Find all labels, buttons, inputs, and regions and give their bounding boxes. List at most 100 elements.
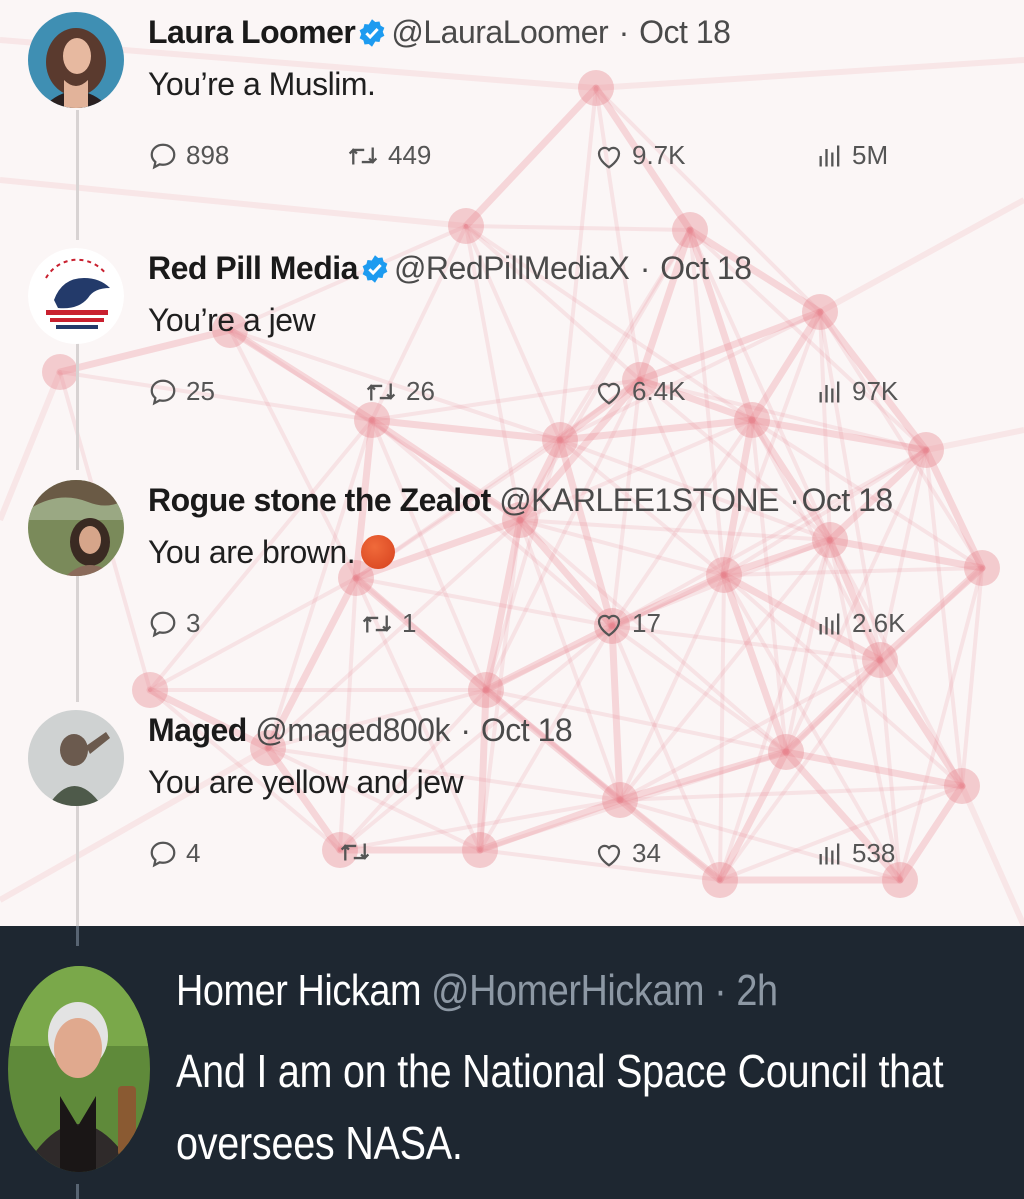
user-handle[interactable]: @HomerHickam [431,966,704,1015]
reply-header: Homer Hickam @HomerHickam · 2h [176,966,778,1016]
reply-bubble-icon [150,611,176,637]
post-date[interactable]: Oct 18 [801,482,893,518]
user-handle[interactable]: @RedPillMediaX [394,250,630,286]
reply-button[interactable]: 4 [148,838,200,869]
view-count: 2.6K [852,608,906,638]
reply-count: 4 [186,838,201,868]
avatar[interactable] [8,966,150,1172]
tweet-text: You’re a Muslim. [148,66,376,102]
woman-portrait-avatar-icon [28,12,124,108]
display-name[interactable]: Homer Hickam [176,966,421,1015]
red-circle-emoji-icon [361,535,396,569]
avatar[interactable] [28,710,124,806]
woman-outdoors-avatar-icon [28,480,124,576]
like-count: 17 [632,608,661,638]
heart-icon [597,146,621,169]
like-button[interactable]: 17 [594,608,661,639]
post-date[interactable]: Oct 18 [639,14,731,50]
tweet-text: You are yellow and jew [148,764,464,800]
tweet-text: You are brown. [148,534,356,570]
avatar[interactable] [28,12,124,108]
reply-text-line-2: oversees NASA. [176,1117,463,1169]
tweet-header: Maged @maged800k · Oct 18 [148,712,573,749]
quoted-thread-screenshot: Laura Loomer @LauraLoomer · Oct 18 You’re… [0,0,1024,926]
user-handle[interactable]: @LauraLoomer [391,14,608,50]
tweet-header: Laura Loomer @LauraLoomer · Oct 18 [148,14,731,51]
tweet-maged[interactable]: Maged @maged800k · Oct 18 You are yellow… [0,698,1024,926]
views-button[interactable]: 5M [816,140,888,171]
reply-bubble-icon [150,841,176,867]
reply-tweet-homer-hickam[interactable]: Homer Hickam @HomerHickam · 2h And I am … [0,926,1024,1199]
views-bars-icon [819,145,840,166]
reply-text-line-1: And I am on the National Space Council t… [176,1045,944,1097]
views-bars-icon [819,381,840,402]
reply-count: 898 [186,140,230,170]
reply-button[interactable]: 898 [148,140,229,171]
tweet-laura-loomer[interactable]: Laura Loomer @LauraLoomer · Oct 18 You’re… [0,0,1024,230]
post-date[interactable]: Oct 18 [481,712,573,748]
reply-button[interactable]: 3 [148,608,200,639]
action-bar: 898 449 9.7K 5M [148,140,948,184]
repost-count: 449 [388,140,432,170]
tweet-red-pill-media[interactable]: Red Pill Media @RedPillMediaX · Oct 18 Yo… [0,236,1024,466]
views-bars-icon [819,613,840,634]
avatar[interactable] [28,248,124,344]
dot-separator: · [789,482,800,518]
view-count: 5M [852,140,889,170]
tweet-rogue-stone[interactable]: Rogue stone the Zealot @KARLEE1STONE ·Oc… [0,468,1024,698]
repost-count: 26 [406,376,435,406]
avatar[interactable] [28,480,124,576]
display-name[interactable]: Laura Loomer [148,14,356,50]
like-count: 6.4K [632,376,686,406]
white-haired-man-avatar-icon [8,966,150,1172]
repost-arrows-icon [366,383,396,400]
views-bars-icon [819,843,840,864]
repost-button[interactable] [338,838,380,866]
display-name[interactable]: Maged [148,712,247,748]
post-date[interactable]: Oct 18 [660,250,752,286]
reply-count: 3 [186,608,201,638]
like-button[interactable]: 6.4K [594,376,686,407]
tweet-text-row: You are brown. [148,534,396,571]
like-button[interactable]: 34 [594,838,661,869]
action-bar: 4 34 538 [148,838,948,882]
tweet-header: Red Pill Media @RedPillMediaX · Oct 18 [148,250,752,287]
thread-connector [76,926,79,946]
user-handle[interactable]: @maged800k [255,712,450,748]
like-count: 9.7K [632,140,686,170]
reply-button[interactable]: 25 [148,376,215,407]
tweet-header: Rogue stone the Zealot @KARLEE1STONE ·Oc… [148,482,893,519]
dot-separator: · [618,14,630,50]
reply-count: 25 [186,376,215,406]
dot-separator: · [714,966,727,1015]
views-button[interactable]: 538 [816,838,895,869]
views-button[interactable]: 2.6K [816,608,906,639]
post-time[interactable]: 2h [736,966,778,1015]
display-name[interactable]: Red Pill Media [148,250,358,286]
repost-arrows-icon [362,615,392,632]
dot-separator: · [639,250,651,286]
display-name[interactable]: Rogue stone the Zealot [148,482,491,518]
action-bar: 25 26 6.4K 97K [148,376,948,420]
thread-connector [76,1184,79,1199]
like-button[interactable]: 9.7K [594,140,686,171]
repost-button[interactable]: 449 [346,140,431,171]
reply-bubble-icon [150,379,176,405]
verified-badge-icon [360,19,385,47]
reply-bubble-icon [150,143,176,169]
repost-button[interactable]: 1 [360,608,416,639]
man-saluting-avatar-icon [28,710,124,806]
dot-separator: · [460,712,471,748]
repost-arrows-icon [340,843,370,861]
repost-arrows-icon [348,147,378,164]
like-count: 34 [632,838,661,868]
user-handle[interactable]: @KARLEE1STONE [499,482,779,518]
views-button[interactable]: 97K [816,376,898,407]
tweet-text: You’re a jew [148,302,316,338]
eagle-flag-logo-avatar-icon [28,248,124,344]
repost-button[interactable]: 26 [364,376,435,407]
action-bar: 3 1 17 2.6K [148,608,948,652]
heart-icon [597,614,621,637]
verified-badge-icon [362,255,388,283]
heart-icon [597,844,621,867]
